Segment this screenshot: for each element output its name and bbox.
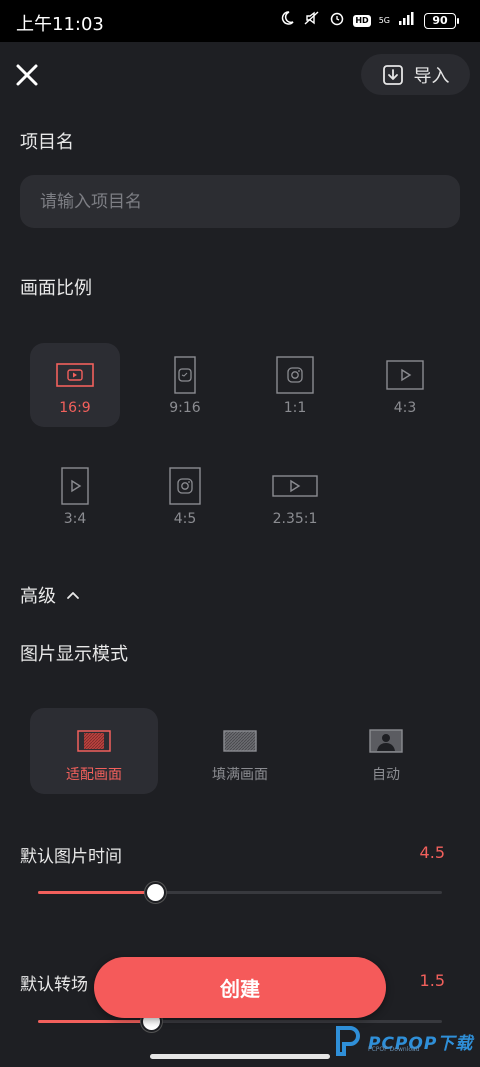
ratio-label: 4:3: [393, 400, 417, 416]
import-label: 导入: [413, 65, 450, 87]
mode-option-fill[interactable]: 填满画面: [176, 708, 304, 794]
mode-label: 填满画面: [212, 767, 268, 783]
watermark: PCPOP下载 PCPOP Download: [332, 1024, 473, 1058]
ratio-label: 4:5: [173, 511, 197, 527]
vertical-video-icon: [140, 355, 230, 395]
advanced-title: 高级: [20, 586, 56, 607]
slider-fill: [38, 891, 156, 894]
battery-icon: 90: [424, 13, 459, 29]
auto-icon: [322, 726, 450, 756]
pcpop-logo-icon: [336, 1026, 360, 1056]
mode-option-auto[interactable]: 自动: [322, 708, 450, 794]
ratio-option-9-16[interactable]: 9:16: [140, 343, 230, 427]
network-indicator: 5G: [379, 17, 390, 25]
play-icon: [360, 355, 450, 395]
mode-label: 适配画面: [66, 767, 122, 783]
moon-icon: [279, 10, 295, 32]
home-indicator[interactable]: [150, 1054, 330, 1059]
play-icon: [30, 466, 120, 506]
ratio-label: 3:4: [63, 511, 87, 527]
project-name-input[interactable]: [20, 175, 460, 228]
ratio-label: 1:1: [283, 400, 307, 416]
ratio-option-4-3[interactable]: 4:3: [360, 343, 450, 427]
status-icons: HD 5G 90: [279, 10, 459, 32]
instagram-icon: [140, 466, 230, 506]
hd-badge: HD: [353, 15, 371, 27]
close-button[interactable]: [14, 62, 40, 88]
mute-icon: [303, 10, 321, 32]
ratio-option-1-1[interactable]: 1:1: [250, 343, 340, 427]
youtube-icon: [30, 355, 120, 395]
fill-icon: [176, 726, 304, 756]
ratio-option-4-5[interactable]: 4:5: [140, 454, 230, 538]
ratio-label: 9:16: [169, 400, 201, 416]
ratio-option-3-4[interactable]: 3:4: [30, 454, 120, 538]
ratio-option-2-35-1[interactable]: 2.35:1: [250, 454, 340, 538]
mode-label: 自动: [372, 767, 400, 783]
project-name-title: 项目名: [20, 132, 74, 153]
close-icon: [16, 64, 38, 86]
alarm-icon: [329, 10, 345, 32]
ratio-option-16-9[interactable]: 16:9: [30, 343, 120, 427]
status-time: 上午11:03: [16, 14, 104, 35]
import-icon: [382, 64, 403, 85]
import-button[interactable]: 导入: [361, 54, 470, 95]
mode-option-fit[interactable]: 适配画面: [30, 708, 158, 794]
slider-fill: [38, 1020, 152, 1023]
network-label: 5G: [378, 16, 390, 25]
image-duration-value: 4.5: [419, 843, 445, 862]
create-project-screen: 导入 项目名 画面比例 16:9 9:16 1:1 4:3 3:4: [0, 42, 480, 1067]
advanced-toggle[interactable]: 高级: [20, 582, 80, 608]
image-duration-label: 默认图片时间: [20, 847, 122, 867]
transition-value: 1.5: [419, 971, 445, 990]
ratio-label: 16:9: [59, 400, 91, 416]
status-bar: 上午11:03 HD 5G 90: [0, 0, 480, 42]
display-mode-title: 图片显示模式: [20, 644, 128, 665]
ratio-label: 2.35:1: [272, 511, 318, 527]
slider-thumb[interactable]: [145, 882, 167, 903]
signal-icon: [398, 11, 416, 31]
watermark-subtext: PCPOP Download: [368, 1046, 420, 1053]
image-duration-slider[interactable]: [38, 881, 442, 905]
aspect-ratio-title: 画面比例: [20, 278, 92, 299]
play-icon: [250, 466, 340, 506]
create-button[interactable]: 创建: [94, 957, 386, 1018]
chevron-up-icon: [67, 592, 79, 599]
fit-icon: [30, 726, 158, 756]
transition-label: 默认转场: [20, 975, 88, 995]
instagram-icon: [250, 355, 340, 395]
